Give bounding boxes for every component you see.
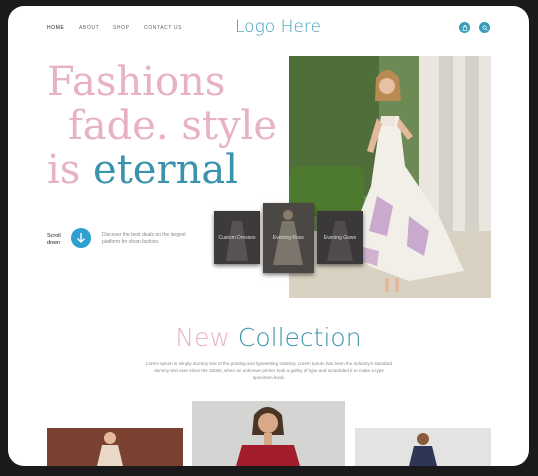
collection-title: New Collection [8,323,529,352]
product-card-3[interactable] [355,428,491,466]
hero-line-1: Fashions [47,59,226,105]
scroll-down-button[interactable] [71,228,91,248]
collection-title-teal: Collection [237,323,362,352]
hero-line-3-prefix: is [47,147,81,193]
thumbnail-label: Evening Gown [323,234,357,241]
cart-button[interactable] [459,22,470,33]
nav-contact-us[interactable]: CONTACT US [144,25,182,31]
page-card: HOME ABOUT SHOP CONTACT US Logo Here Fas… [8,6,529,466]
product-card-1[interactable] [47,428,183,466]
product-photo [192,401,345,466]
product-photo [355,428,491,466]
search-button[interactable] [479,22,490,33]
nav-home[interactable]: HOME [47,25,64,31]
thumbnail-custom-dresses[interactable]: Custom Dresses [214,211,260,264]
product-photo [47,428,183,466]
thumbnail-label: Evening Rose [272,235,305,241]
arrow-down-icon [77,233,85,243]
hero-line-3-accent: eternal [93,147,238,193]
nav-about[interactable]: ABOUT [79,25,99,31]
logo[interactable]: Logo Here [235,17,321,37]
hero-line-3: is eternal [47,148,238,192]
bag-icon [462,24,467,31]
product-card-2[interactable] [192,401,345,466]
hero-description: Discover the best deals on the largest p… [102,232,186,245]
scroll-label-1: Scroll [47,233,61,239]
scroll-label: Scroll down [47,233,61,247]
thumbnail-evening-gown[interactable]: Evening Gown [317,211,363,264]
thumbnail-label: Custom Dresses [218,234,256,241]
collection-title-pink: New [175,323,230,352]
nav-shop[interactable]: SHOP [113,25,130,31]
hero-line-2: fade. style [68,103,278,149]
thumbnail-evening-rose[interactable]: Evening Rose [263,203,314,273]
collection-description: Lorem Ipsum is simply dummy text of the … [145,361,393,380]
search-icon [481,24,488,31]
scroll-label-2: down [47,240,61,246]
